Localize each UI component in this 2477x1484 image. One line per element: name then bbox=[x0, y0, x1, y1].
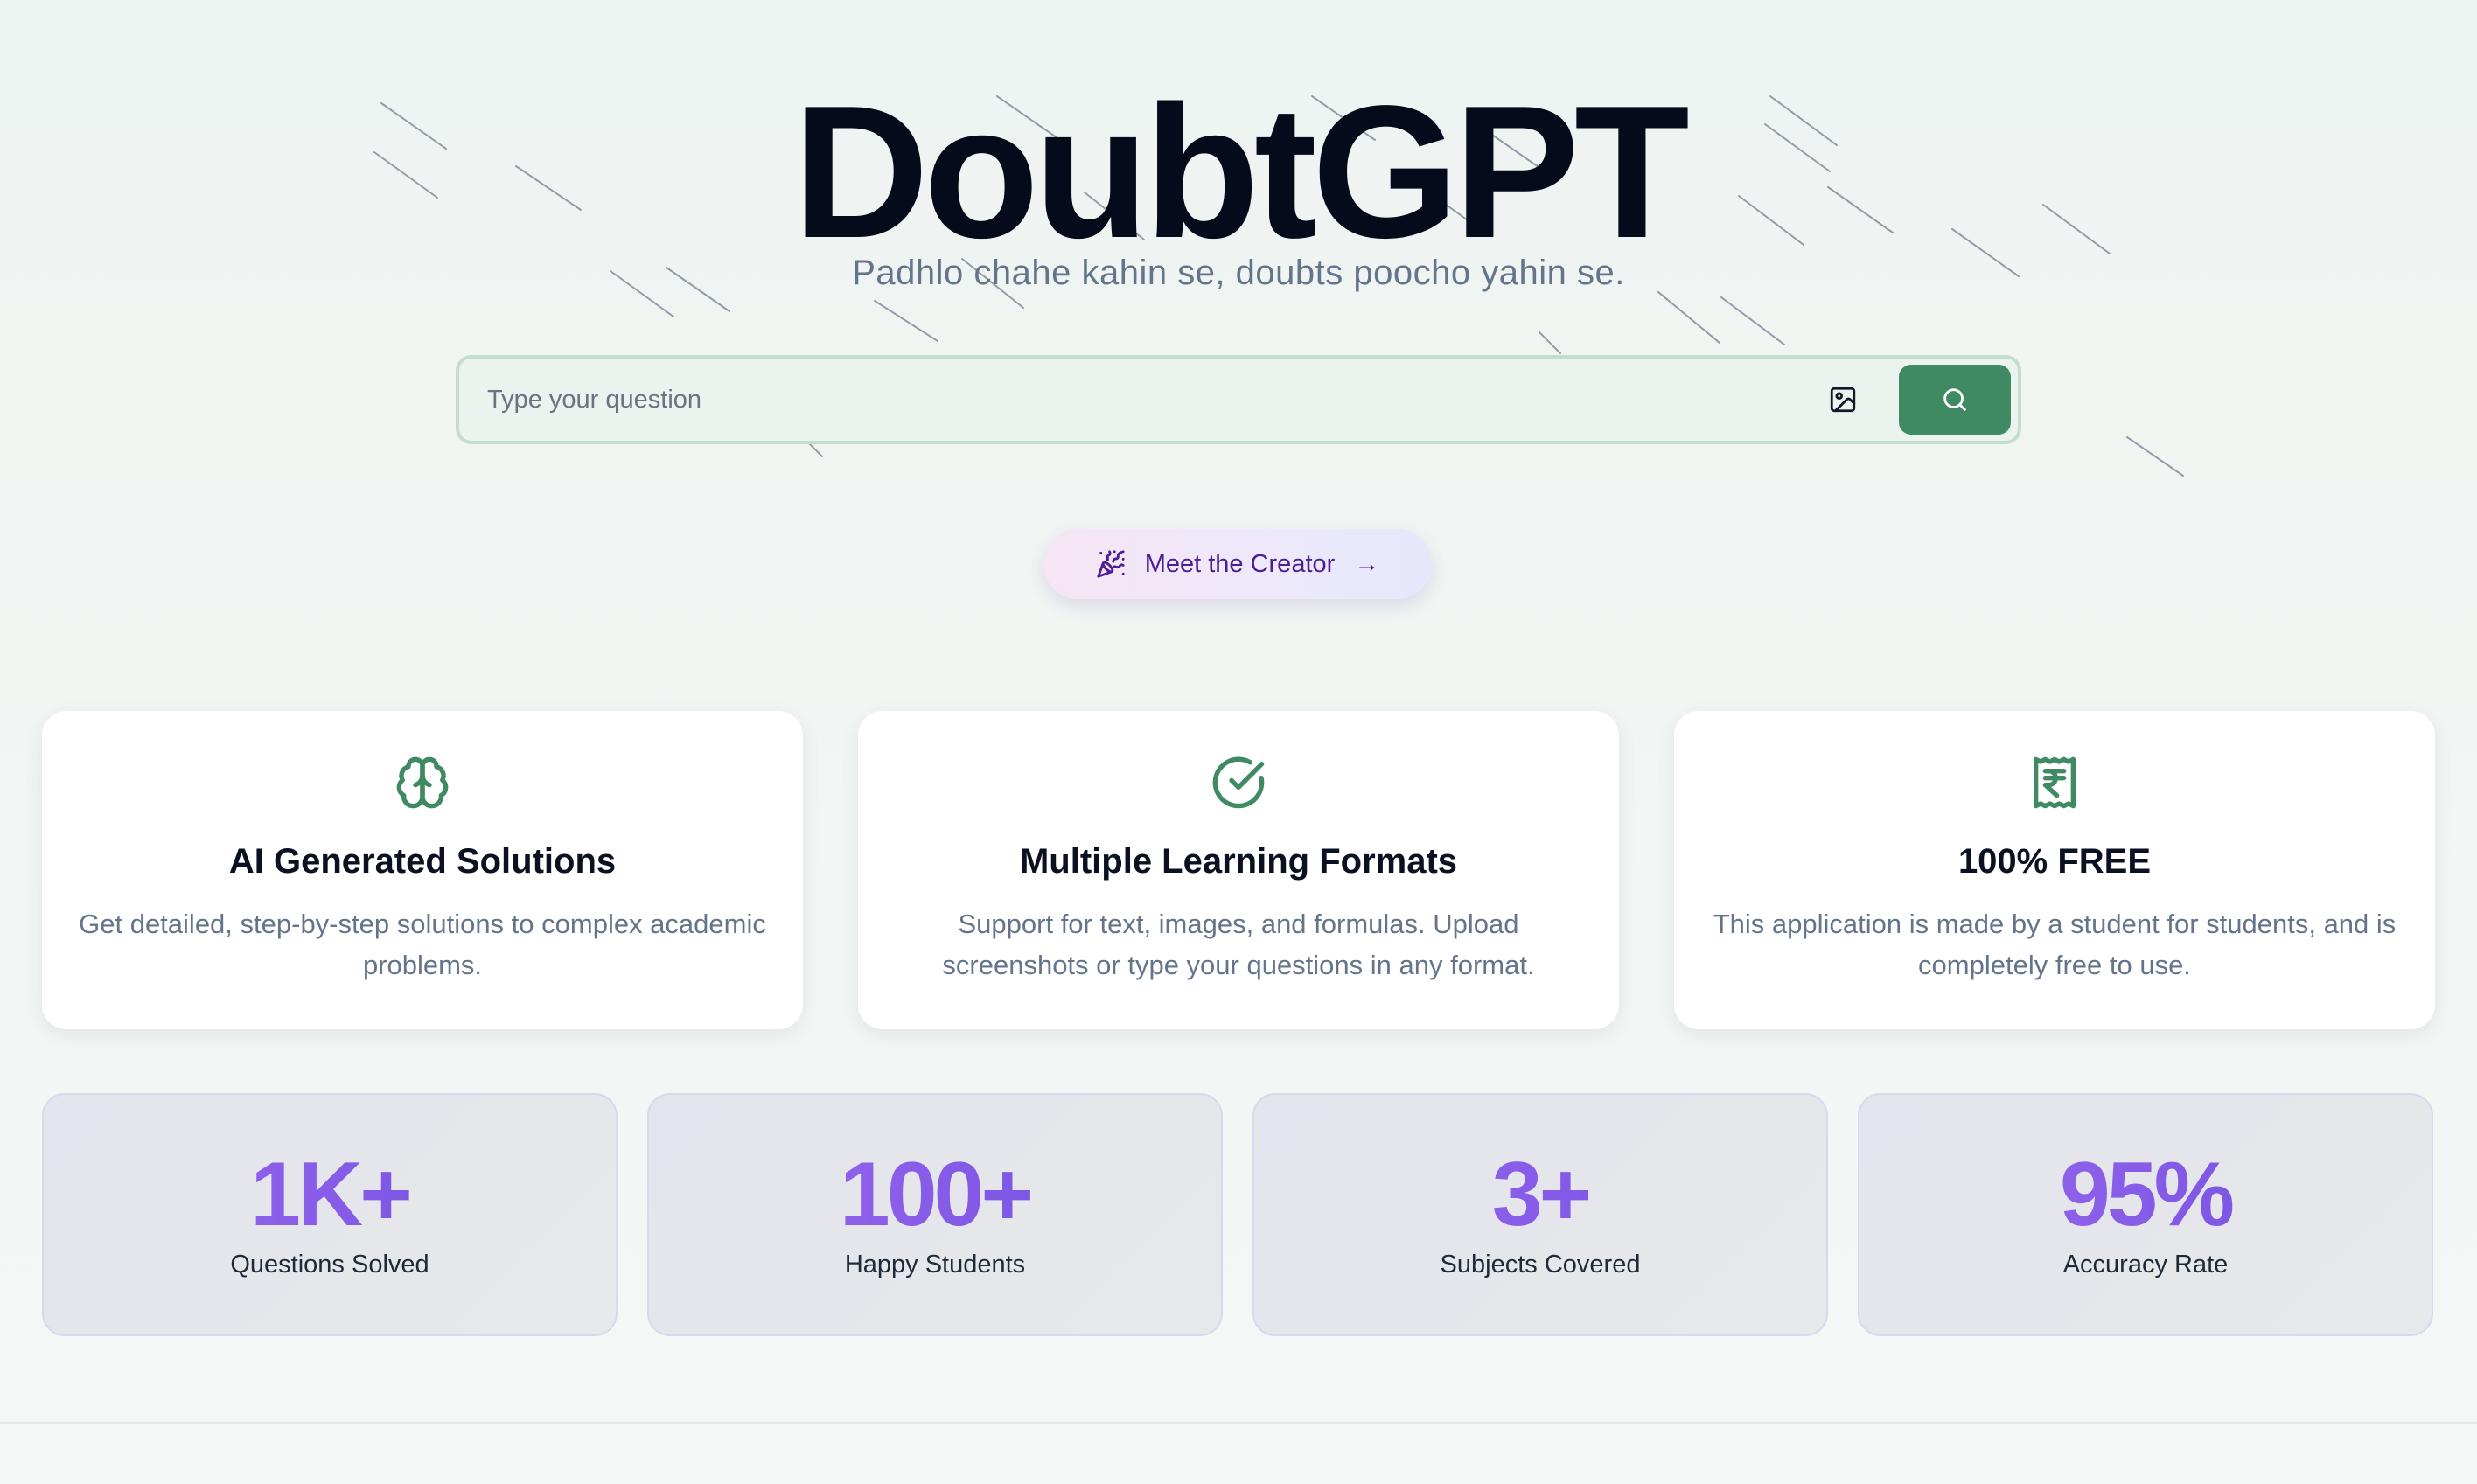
stat-value: 100+ bbox=[649, 1149, 1221, 1240]
page-title: DoubtGPT bbox=[792, 66, 1690, 277]
arrow-right-icon: → bbox=[1354, 549, 1380, 578]
stat-label: Questions Solved bbox=[230, 1251, 429, 1278]
stat-label: Accuracy Rate bbox=[2062, 1251, 2229, 1278]
question-input[interactable] bbox=[459, 359, 1817, 441]
stat-value: 1K+ bbox=[44, 1149, 616, 1240]
page-subtitle: Padhlo chahe kahin se, doubts poocho yah… bbox=[852, 254, 1625, 292]
creator-button-label: Meet the Creator bbox=[1144, 549, 1336, 578]
check-circle-icon bbox=[1212, 756, 1265, 809]
party-popper-icon bbox=[1097, 550, 1125, 578]
search-bar bbox=[456, 355, 2021, 444]
stat-card-happy-students: 100+ Happy Students bbox=[647, 1093, 1223, 1336]
feature-card-learning-formats: Multiple Learning Formats Support for te… bbox=[858, 711, 1619, 1029]
stat-card-questions-solved: 1K+ Questions Solved bbox=[42, 1093, 618, 1336]
stat-label: Happy Students bbox=[844, 1251, 1026, 1278]
feature-title: AI Generated Solutions bbox=[228, 842, 617, 881]
feature-description: Support for text, images, and formulas. … bbox=[942, 909, 1535, 980]
search-button[interactable] bbox=[1899, 365, 2011, 435]
image-upload-button[interactable] bbox=[1817, 373, 1869, 426]
feature-description: This application is made by a student fo… bbox=[1713, 909, 2397, 980]
feature-title: Multiple Learning Formats bbox=[1019, 842, 1458, 881]
rupee-receipt-icon bbox=[2034, 756, 2076, 809]
feature-title: 100% FREE bbox=[1957, 842, 2152, 881]
stat-card-accuracy-rate: 95% Accuracy Rate bbox=[1858, 1093, 2433, 1336]
feature-description: Get detailed, step-by-step solutions to … bbox=[79, 909, 766, 980]
footer-divider bbox=[0, 1422, 2477, 1424]
stat-value: 95% bbox=[1859, 1149, 2432, 1240]
brain-icon bbox=[396, 756, 449, 809]
meet-the-creator-button[interactable]: Meet the Creator → bbox=[1043, 529, 1432, 599]
search-icon bbox=[1943, 388, 1966, 411]
stat-label: Subjects Covered bbox=[1440, 1251, 1641, 1278]
feature-card-ai-solutions: AI Generated Solutions Get detailed, ste… bbox=[42, 711, 803, 1029]
image-upload-icon bbox=[1830, 387, 1856, 413]
stat-value: 3+ bbox=[1254, 1149, 1826, 1240]
feature-card-free: 100% FREE This application is made by a … bbox=[1674, 711, 2435, 1029]
stat-card-subjects-covered: 3+ Subjects Covered bbox=[1252, 1093, 1828, 1336]
